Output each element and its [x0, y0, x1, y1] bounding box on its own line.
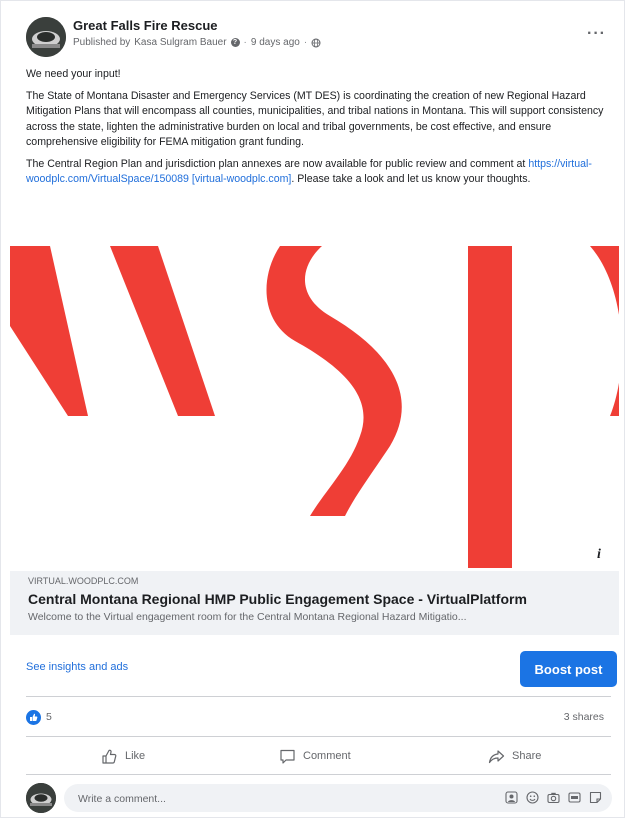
- post-text: We need your input! The State of Montana…: [26, 67, 611, 194]
- emoji-icon[interactable]: [526, 791, 539, 804]
- post-paragraph-1: We need your input!: [26, 68, 121, 80]
- like-label: Like: [125, 750, 146, 762]
- meta-separator: ·: [243, 37, 247, 48]
- paragraph-3-after: . Please take a look and let us know you…: [291, 173, 531, 185]
- globe-icon: [311, 38, 321, 47]
- link-preview[interactable]: VIRTUAL.WOODPLC.COM Central Montana Regi…: [10, 571, 619, 635]
- divider: [26, 736, 611, 737]
- comment-row: [1, 779, 625, 819]
- divider: [26, 774, 611, 775]
- more-dots-icon[interactable]: ···: [587, 25, 606, 43]
- commenter-avatar[interactable]: [26, 783, 56, 813]
- share-icon: [488, 749, 505, 763]
- comment-label: Comment: [303, 750, 351, 762]
- link-title[interactable]: Central Montana Regional HMP Public Enga…: [28, 591, 601, 607]
- boost-post-button[interactable]: Boost post: [520, 651, 617, 687]
- gif-icon[interactable]: [568, 791, 581, 804]
- meta-separator: ·: [303, 37, 308, 48]
- thumbs-up-icon: [102, 749, 117, 764]
- like-button[interactable]: Like: [101, 741, 145, 771]
- comment-box: [64, 784, 612, 814]
- page-name[interactable]: Great Falls Fire Rescue: [73, 18, 218, 33]
- post-meta: Published by Kasa Sulgram Bauer ? · 9 da…: [73, 37, 321, 48]
- published-by-prefix: Published by: [73, 37, 131, 48]
- publisher-name[interactable]: Kasa Sulgram Bauer: [134, 37, 226, 48]
- link-description: Welcome to the Virtual engagement room f…: [28, 611, 467, 623]
- actions-row: Like Comment Share: [1, 741, 625, 773]
- post-card: Great Falls Fire Rescue Published by Kas…: [0, 0, 625, 818]
- link-domain: VIRTUAL.WOODPLC.COM: [28, 576, 139, 586]
- shares-count[interactable]: 3 shares: [564, 711, 604, 723]
- post-paragraph-2: The State of Montana Disaster and Emerge…: [26, 89, 604, 149]
- reactions-row: 5 3 shares: [1, 703, 625, 731]
- share-button[interactable]: Share: [488, 741, 541, 771]
- avatar-sticker-icon[interactable]: [505, 791, 518, 804]
- comment-tools: [505, 791, 602, 804]
- post-time[interactable]: 9 days ago: [251, 37, 300, 48]
- help-icon[interactable]: ?: [230, 38, 240, 47]
- comment-input[interactable]: [76, 784, 460, 814]
- reaction-count[interactable]: 5: [46, 711, 52, 723]
- comment-icon: [280, 749, 295, 764]
- wsp-logo-graphic: [10, 246, 619, 568]
- info-icon[interactable]: i: [591, 547, 607, 563]
- paragraph-3-before: The Central Region Plan and jurisdiction…: [26, 157, 529, 170]
- comment-button[interactable]: Comment: [279, 741, 351, 771]
- divider: [26, 696, 611, 697]
- post-paragraph-3: The Central Region Plan and jurisdiction…: [26, 157, 611, 188]
- see-insights-link[interactable]: See insights and ads: [26, 661, 128, 673]
- insights-row: See insights and ads Boost post: [1, 646, 625, 690]
- post-header: Great Falls Fire Rescue Published by Kas…: [1, 1, 625, 59]
- link-preview-image[interactable]: i: [10, 246, 619, 571]
- sticker-icon[interactable]: [589, 791, 602, 804]
- page-avatar[interactable]: [26, 17, 66, 57]
- share-label: Share: [512, 750, 542, 762]
- camera-icon[interactable]: [547, 791, 560, 804]
- like-reaction-icon[interactable]: [26, 710, 41, 725]
